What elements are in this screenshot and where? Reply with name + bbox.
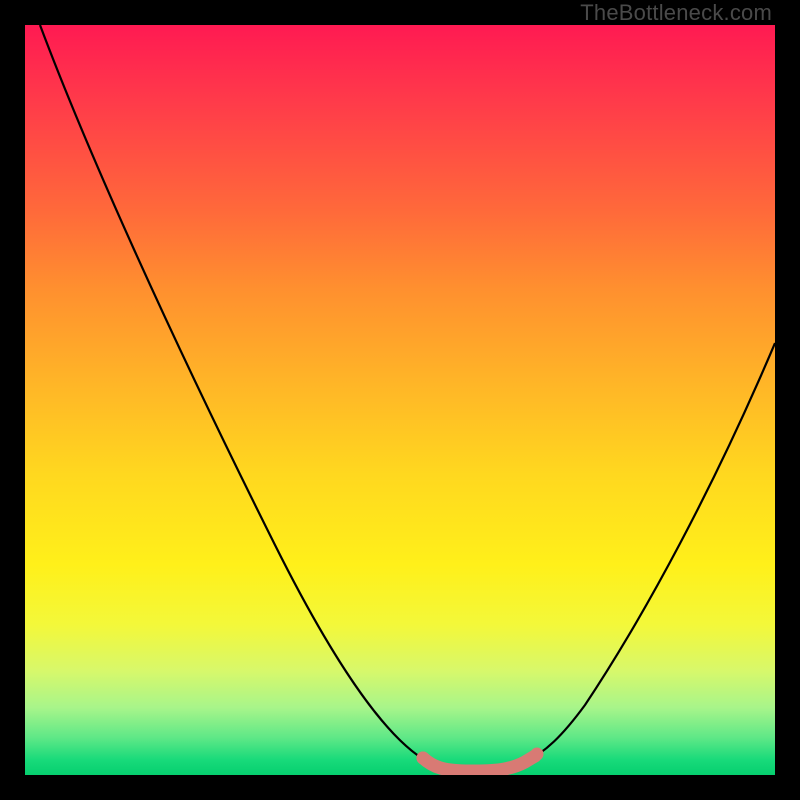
valley-highlight <box>423 756 535 771</box>
chart-svg <box>25 25 775 775</box>
plot-area <box>25 25 775 775</box>
chart-frame: TheBottleneck.com <box>0 0 800 800</box>
valley-highlight-end-dot <box>531 748 544 761</box>
bottleneck-curve <box>40 25 775 771</box>
watermark-text: TheBottleneck.com <box>580 0 772 26</box>
valley-highlight-start-dot <box>417 752 430 765</box>
